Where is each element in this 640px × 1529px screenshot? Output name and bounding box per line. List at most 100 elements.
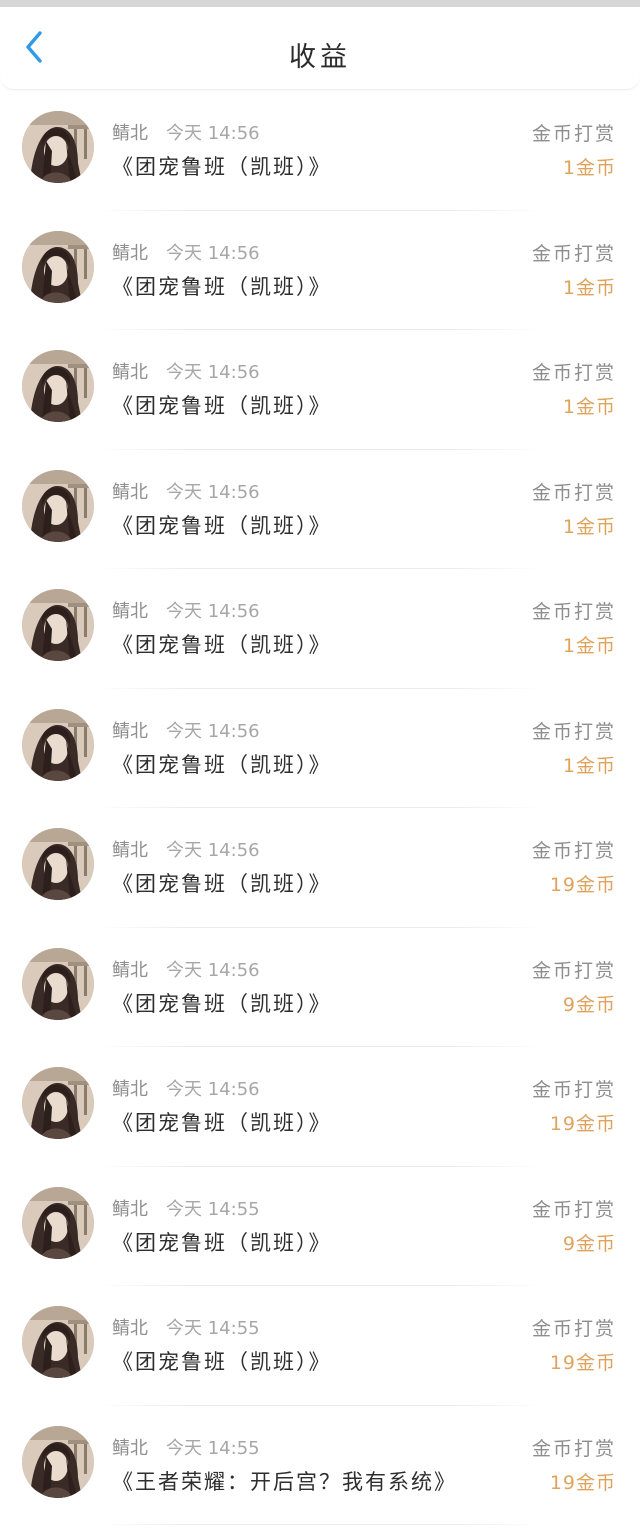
avatar-image <box>22 947 94 1020</box>
reward-type: 金币打赏 <box>531 481 616 504</box>
username: 鲭北 <box>112 959 148 981</box>
reward-amount: 1金币 <box>562 754 616 777</box>
avatar-image <box>22 1425 94 1498</box>
list-item[interactable]: 鲭北 今天 14:56 《团宠鲁班（凯班）》 金币打赏 1金币 <box>0 569 640 689</box>
book-title[interactable]: 《团宠鲁班（凯班）》 <box>112 1346 332 1376</box>
book-title[interactable]: 《团宠鲁班（凯班）》 <box>112 988 332 1018</box>
timestamp: 今天 14:56 <box>166 362 260 383</box>
username: 鲭北 <box>112 362 148 383</box>
timestamp: 今天 14:56 <box>166 840 260 861</box>
username: 鲭北 <box>112 123 148 144</box>
username: 鲭北 <box>112 601 148 622</box>
list-item[interactable]: 鲭北 今天 14:56 《团宠鲁班（凯班）》 金币打赏 19金币 <box>0 808 640 928</box>
entry-meta: 鲭北 今天 14:55 <box>112 1195 260 1221</box>
book-title[interactable]: 《团宠鲁班（凯班）》 <box>112 629 332 659</box>
book-title[interactable]: 《团宠鲁班（凯班）》 <box>112 151 332 181</box>
list-item[interactable]: 鲭北 今天 14:56 《团宠鲁班（凯班）》 金币打赏 19金币 <box>0 1047 640 1167</box>
reward-amount: 19金币 <box>549 874 616 896</box>
avatar-image <box>22 111 94 183</box>
book-title[interactable]: 《团宠鲁班（凯班）》 <box>112 868 332 898</box>
username: 鲭北 <box>112 1079 148 1100</box>
list-item[interactable]: 鲭北 今天 14:56 《团宠鲁班（凯班）》 金币打赏 1金币 <box>0 689 640 808</box>
username: 鲭北 <box>112 1437 148 1459</box>
avatar-image <box>22 1067 94 1139</box>
avatar[interactable] <box>22 947 94 1020</box>
entry-meta: 鲭北 今天 14:56 <box>112 239 260 265</box>
reward-type: 金币打赏 <box>531 1079 616 1101</box>
timestamp: 今天 14:55 <box>166 1198 260 1220</box>
list-item[interactable]: 鲭北 今天 14:56 《团宠鲁班（凯班）》 金币打赏 1金币 <box>0 211 640 330</box>
avatar[interactable] <box>22 111 94 183</box>
avatar[interactable] <box>22 230 94 303</box>
avatar[interactable] <box>22 1425 94 1498</box>
avatar[interactable] <box>22 1186 94 1259</box>
avatar[interactable] <box>22 1306 94 1378</box>
book-title[interactable]: 《团宠鲁班（凯班）》 <box>112 390 332 420</box>
reward-amount: 1金币 <box>562 276 616 299</box>
entry-meta: 鲭北 今天 14:56 <box>112 836 260 862</box>
timestamp: 今天 14:56 <box>166 959 260 981</box>
status-bar <box>0 0 640 7</box>
book-title[interactable]: 《团宠鲁班（凯班）》 <box>112 510 332 540</box>
timestamp: 今天 14:56 <box>166 123 260 144</box>
avatar-image <box>22 828 94 900</box>
entry-meta: 鲭北 今天 14:56 <box>112 956 260 982</box>
username: 鲭北 <box>112 840 148 861</box>
reward-type: 金币打赏 <box>531 1318 616 1340</box>
avatar[interactable] <box>22 828 94 900</box>
reward-amount: 1金币 <box>562 396 616 418</box>
avatar[interactable] <box>22 708 94 781</box>
list-item[interactable]: 鲭北 今天 14:56 《团宠鲁班（凯班）》 金币打赏 1金币 <box>0 330 640 450</box>
app-header: 收益 <box>0 7 640 90</box>
timestamp: 今天 14:56 <box>166 1079 260 1100</box>
username: 鲭北 <box>112 1318 148 1339</box>
entry-meta: 鲭北 今天 14:56 <box>112 478 260 504</box>
timestamp: 今天 14:56 <box>166 481 260 503</box>
book-title[interactable]: 《王者荣耀：开后宫？我有系统》 <box>112 1466 457 1496</box>
avatar-image <box>22 1306 94 1378</box>
avatar-image <box>22 469 94 542</box>
username: 鲭北 <box>112 242 148 264</box>
avatar[interactable] <box>22 1067 94 1139</box>
avatar-image <box>22 708 94 781</box>
reward-amount: 19金币 <box>549 1471 616 1494</box>
book-title[interactable]: 《团宠鲁班（凯班）》 <box>112 1107 332 1137</box>
reward-type: 金币打赏 <box>531 1198 616 1221</box>
avatar[interactable] <box>22 350 94 422</box>
book-title[interactable]: 《团宠鲁班（凯班）》 <box>112 271 332 301</box>
list-item[interactable]: 鲭北 今天 14:55 《团宠鲁班（凯班）》 金币打赏 9金币 <box>0 1167 640 1286</box>
reward-type: 金币打赏 <box>531 840 616 862</box>
reward-amount: 1金币 <box>562 157 616 179</box>
book-title[interactable]: 《团宠鲁班（凯班）》 <box>112 749 332 779</box>
entry-meta: 鲭北 今天 14:56 <box>112 597 260 623</box>
list-item[interactable]: 鲭北 今天 14:56 《团宠鲁班（凯班）》 金币打赏 1金币 <box>0 450 640 569</box>
reward-amount: 9金币 <box>562 993 616 1016</box>
page-title: 收益 <box>289 42 351 73</box>
avatar[interactable] <box>22 469 94 542</box>
list-item[interactable]: 鲭北 今天 14:56 《团宠鲁班（凯班）》 金币打赏 1金币 <box>0 91 640 211</box>
timestamp: 今天 14:56 <box>166 720 260 742</box>
timestamp: 今天 14:55 <box>166 1437 260 1459</box>
reward-amount: 9金币 <box>562 1232 616 1255</box>
list-item[interactable]: 鲭北 今天 14:55 《团宠鲁班（凯班）》 金币打赏 19金币 <box>0 1286 640 1406</box>
list-item[interactable]: 鲭北 今天 14:56 《团宠鲁班（凯班）》 金币打赏 9金币 <box>0 928 640 1047</box>
entry-meta: 鲭北 今天 14:55 <box>112 1434 260 1460</box>
reward-type: 金币打赏 <box>531 601 616 623</box>
username: 鲭北 <box>112 481 148 503</box>
username: 鲭北 <box>112 1198 148 1220</box>
avatar[interactable] <box>22 589 94 661</box>
entry-meta: 鲭北 今天 14:56 <box>112 1075 260 1101</box>
earnings-list: 鲭北 今天 14:56 《团宠鲁班（凯班）》 金币打赏 1金币 鲭北 今天 14:5… <box>0 91 640 1525</box>
avatar-image <box>22 589 94 661</box>
timestamp: 今天 14:56 <box>166 601 260 622</box>
avatar-image <box>22 350 94 422</box>
entry-meta: 鲭北 今天 14:56 <box>112 358 260 384</box>
book-title[interactable]: 《团宠鲁班（凯班）》 <box>112 1227 332 1257</box>
username: 鲭北 <box>112 720 148 742</box>
entry-meta: 鲭北 今天 14:55 <box>112 1314 260 1340</box>
timestamp: 今天 14:56 <box>166 242 260 264</box>
reward-amount: 19金币 <box>549 1113 616 1135</box>
reward-type: 金币打赏 <box>531 959 616 982</box>
reward-amount: 1金币 <box>562 515 616 538</box>
list-item[interactable]: 鲭北 今天 14:55 《王者荣耀：开后宫？我有系统》 金币打赏 19金币 <box>0 1406 640 1525</box>
